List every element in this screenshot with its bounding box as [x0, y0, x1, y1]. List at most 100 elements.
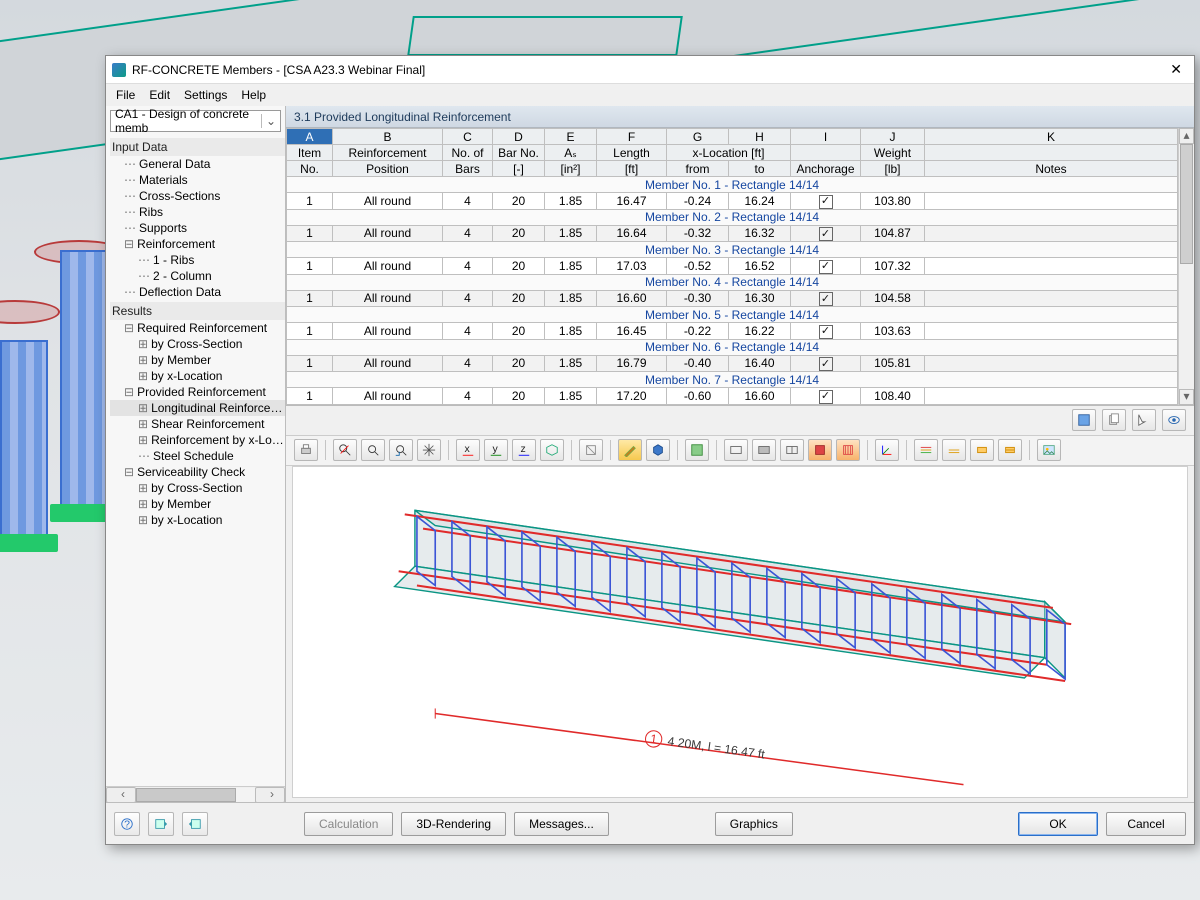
member-header[interactable]: Member No. 3 - Rectangle 14/14 — [287, 242, 1178, 258]
grid-cell[interactable]: -0.22 — [667, 323, 729, 340]
grid-cell[interactable] — [925, 355, 1178, 372]
wire-icon[interactable] — [724, 439, 748, 461]
solid-icon[interactable] — [752, 439, 776, 461]
transparent-icon[interactable] — [780, 439, 804, 461]
next-table-icon[interactable] — [182, 812, 208, 836]
tree-item[interactable]: ⊟Required Reinforcement — [110, 320, 285, 336]
grid-cell[interactable]: 20 — [493, 388, 545, 405]
section-icon[interactable] — [579, 439, 603, 461]
grid-cell[interactable]: 4 — [443, 225, 493, 242]
member-header[interactable]: Member No. 4 - Rectangle 14/14 — [287, 274, 1178, 290]
grid-cell[interactable]: 1 — [287, 323, 333, 340]
show-values-icon[interactable] — [685, 439, 709, 461]
copy-icon[interactable] — [1102, 409, 1126, 431]
grid-cell[interactable]: -0.60 — [667, 388, 729, 405]
axis-icon[interactable] — [875, 439, 899, 461]
grid-cell[interactable]: 16.60 — [597, 290, 667, 307]
tree-item[interactable]: ⋯Materials — [110, 172, 285, 188]
grid-cell[interactable]: 16.45 — [597, 323, 667, 340]
grid-cell[interactable]: 1.85 — [545, 355, 597, 372]
ok-button[interactable]: OK — [1018, 812, 1098, 836]
tree-item[interactable]: ⊟Reinforcement — [110, 236, 285, 252]
help-icon[interactable]: ? — [114, 812, 140, 836]
scroll-thumb[interactable] — [136, 788, 236, 802]
grid-cell[interactable]: 1.85 — [545, 258, 597, 275]
render-style-a-icon[interactable] — [808, 439, 832, 461]
member-header[interactable]: Member No. 5 - Rectangle 14/14 — [287, 307, 1178, 323]
member-header[interactable]: Member No. 1 - Rectangle 14/14 — [287, 177, 1178, 193]
grid-cell[interactable]: 16.79 — [597, 355, 667, 372]
grid-cell[interactable] — [791, 193, 861, 210]
grid-cell[interactable]: 20 — [493, 225, 545, 242]
navigator-tree[interactable]: Input Data ⋯General Data ⋯Materials ⋯Cro… — [106, 134, 285, 786]
grid-cell[interactable] — [925, 388, 1178, 405]
grid-cell[interactable]: 1.85 — [545, 225, 597, 242]
grid-cell[interactable] — [925, 290, 1178, 307]
grid-cell[interactable] — [791, 323, 861, 340]
tree-item[interactable]: ⊞Reinforcement by x-Location — [110, 432, 285, 448]
iso-view-icon[interactable] — [540, 439, 564, 461]
member-header[interactable]: Member No. 7 - Rectangle 14/14 — [287, 372, 1178, 388]
grid-cell[interactable]: 20 — [493, 290, 545, 307]
tree-item[interactable]: ⋯Ribs — [110, 204, 285, 220]
3d-render-view[interactable]: 1 4 20M, l = 16.47 ft — [292, 466, 1188, 799]
scroll-left-icon[interactable]: ‹ — [106, 787, 136, 803]
scroll-right-icon[interactable]: › — [255, 787, 285, 803]
scroll-down-icon[interactable]: ▾ — [1179, 389, 1194, 405]
render-style-b-icon[interactable] — [836, 439, 860, 461]
grid-cell[interactable]: 108.40 — [861, 388, 925, 405]
tree-item[interactable]: ⋯Cross-Sections — [110, 188, 285, 204]
tree-item[interactable]: ⋯Deflection Data — [110, 284, 285, 300]
grid-cell[interactable]: 1 — [287, 225, 333, 242]
grid-cell[interactable] — [791, 355, 861, 372]
view-icon[interactable] — [1162, 409, 1186, 431]
anchorage-check[interactable] — [819, 390, 833, 404]
stirrup-a-icon[interactable] — [970, 439, 994, 461]
grid-cell[interactable]: 4 — [443, 193, 493, 210]
anchorage-check[interactable] — [819, 227, 833, 241]
grid-cell[interactable]: 16.40 — [729, 355, 791, 372]
anchorage-check[interactable] — [819, 325, 833, 339]
view-x-icon[interactable]: x — [456, 439, 480, 461]
view-y-icon[interactable]: y — [484, 439, 508, 461]
grid-cell[interactable]: 16.32 — [729, 225, 791, 242]
close-icon[interactable]: ✕ — [1164, 61, 1188, 78]
tree-item[interactable]: ⋯Supports — [110, 220, 285, 236]
tree-item[interactable]: ⋯Steel Schedule — [110, 448, 285, 464]
grid-cell[interactable]: 4 — [443, 355, 493, 372]
grid-cell[interactable] — [791, 225, 861, 242]
anchorage-check[interactable] — [819, 292, 833, 306]
grid-cell[interactable]: 16.60 — [729, 388, 791, 405]
grid-cell[interactable]: 103.80 — [861, 193, 925, 210]
member-header[interactable]: Member No. 6 - Rectangle 14/14 — [287, 339, 1178, 355]
tree-item[interactable]: ⊞by x-Location — [110, 368, 285, 384]
grid-cell[interactable] — [925, 193, 1178, 210]
grid-cell[interactable]: All round — [333, 290, 443, 307]
tree-item[interactable]: ⊟Provided Reinforcement — [110, 384, 285, 400]
grid-cell[interactable]: All round — [333, 388, 443, 405]
grid-cell[interactable]: 4 — [443, 388, 493, 405]
grid-cell[interactable] — [925, 225, 1178, 242]
tree-item[interactable]: ⊞by Cross-Section — [110, 336, 285, 352]
grid-cell[interactable]: 20 — [493, 323, 545, 340]
print-icon[interactable] — [294, 439, 318, 461]
grid-cell[interactable]: All round — [333, 225, 443, 242]
grid-cell[interactable]: All round — [333, 355, 443, 372]
grid-cell[interactable]: 17.03 — [597, 258, 667, 275]
grid-cell[interactable]: 103.63 — [861, 323, 925, 340]
grid-cell[interactable]: 1.85 — [545, 290, 597, 307]
messages-button[interactable]: Messages... — [514, 812, 609, 836]
stirrup-b-icon[interactable] — [998, 439, 1022, 461]
grid-cell[interactable]: 1 — [287, 290, 333, 307]
grid-cell[interactable]: -0.40 — [667, 355, 729, 372]
pan-icon[interactable] — [417, 439, 441, 461]
select-member-icon[interactable] — [1132, 409, 1156, 431]
tree-item[interactable]: ⊞by Cross-Section — [110, 480, 285, 496]
design-case-combo[interactable]: CA1 - Design of concrete memb ⌄ — [110, 110, 281, 132]
calculation-button[interactable]: Calculation — [304, 812, 393, 836]
grid-cell[interactable]: All round — [333, 323, 443, 340]
grid-cell[interactable] — [791, 388, 861, 405]
graphics-button[interactable]: Graphics — [715, 812, 793, 836]
tree-item-selected[interactable]: ⊞Longitudinal Reinforcement — [110, 400, 285, 416]
grid-cell[interactable] — [925, 323, 1178, 340]
